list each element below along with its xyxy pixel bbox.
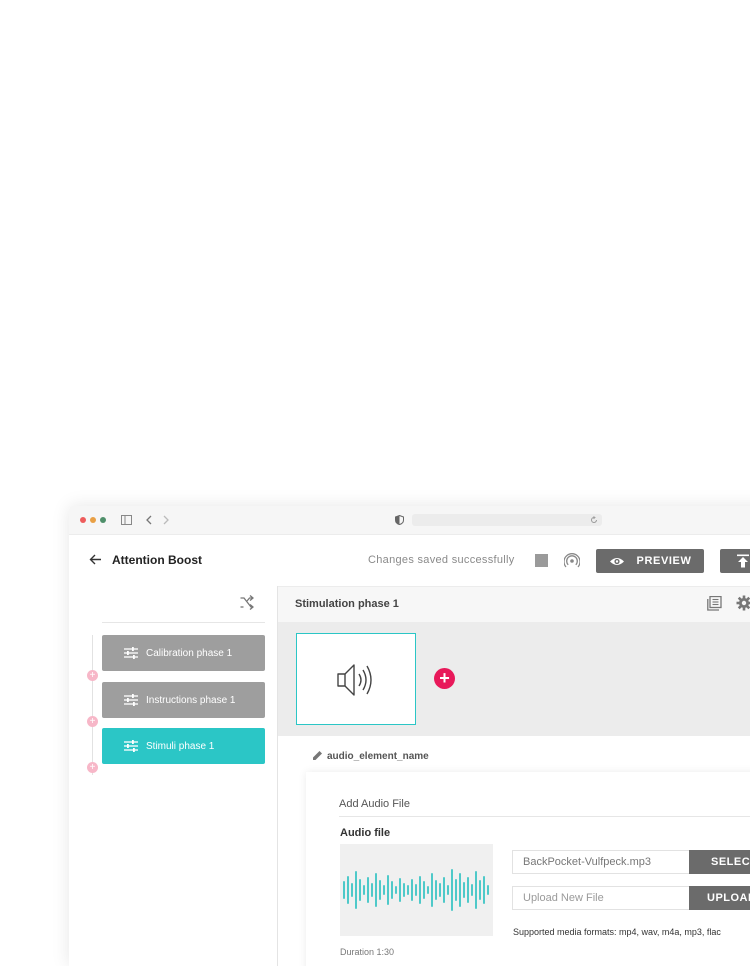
add-phase-icon[interactable]: + <box>87 670 98 681</box>
phase-item-label: Instructions phase 1 <box>146 694 236 706</box>
reload-icon[interactable] <box>590 516 598 524</box>
supported-formats: Supported media formats: mp4, wav, m4a, … <box>513 927 721 937</box>
select-label: SELECT <box>711 856 750 868</box>
nav-forward-icon[interactable] <box>162 515 170 525</box>
upload-icon <box>737 554 749 568</box>
phase-item-label: Calibration phase 1 <box>146 647 233 659</box>
audio-file-card: Add Audio File Audio file Duration 1:30 … <box>306 772 750 966</box>
phase-item-stimuli[interactable]: Stimuli phase 1 <box>102 728 265 764</box>
save-status: Changes saved successfully <box>368 554 515 566</box>
arrow-left-icon[interactable] <box>89 554 102 565</box>
library-icon[interactable] <box>707 596 722 611</box>
gear-icon[interactable] <box>736 595 750 611</box>
element-name[interactable]: audio_element_name <box>327 751 429 762</box>
close-window-dot[interactable] <box>80 517 86 523</box>
card-divider <box>339 816 750 817</box>
phase-item-instructions[interactable]: Instructions phase 1 <box>102 682 265 718</box>
broadcast-icon[interactable] <box>564 552 580 568</box>
add-audio-label: Add Audio File <box>339 798 410 810</box>
minimize-window-dot[interactable] <box>90 517 96 523</box>
shuffle-icon[interactable] <box>239 595 254 610</box>
sidebar-divider <box>102 622 265 623</box>
timeline-line <box>92 635 93 775</box>
eye-icon <box>609 557 624 565</box>
upload-file-button[interactable]: UPLOAD <box>689 886 750 910</box>
stop-icon[interactable] <box>535 554 548 567</box>
phase-item-calibration[interactable]: Calibration phase 1 <box>102 635 265 671</box>
project-title: Attention Boost <box>112 553 202 567</box>
select-file-button[interactable]: SELECT <box>689 850 750 874</box>
publish-button[interactable] <box>720 549 750 573</box>
preview-button[interactable]: PREVIEW <box>596 549 704 573</box>
upload-placeholder: Upload New File <box>523 892 604 904</box>
waveform-preview <box>340 844 493 936</box>
shield-icon <box>395 515 404 525</box>
phase-item-label: Stimuli phase 1 <box>146 740 215 752</box>
maximize-window-dot[interactable] <box>100 517 106 523</box>
upload-label: UPLOAD <box>707 892 750 904</box>
address-bar[interactable] <box>412 514 602 526</box>
pencil-icon[interactable] <box>312 750 323 761</box>
add-element-button[interactable]: + <box>434 668 455 689</box>
sliders-icon <box>124 647 138 659</box>
add-phase-icon[interactable]: + <box>87 762 98 773</box>
sliders-icon <box>124 740 138 752</box>
waveform-icon <box>343 869 489 911</box>
speaker-icon <box>337 664 372 696</box>
preview-label: PREVIEW <box>636 555 692 567</box>
audio-file-label: Audio file <box>340 827 391 839</box>
browser-toolbar <box>69 506 750 535</box>
upload-file-field[interactable]: Upload New File <box>512 886 690 910</box>
browser-window: Attention Boost Changes saved successful… <box>69 506 750 966</box>
file-name-value: BackPocket-Vulfpeck.mp3 <box>523 856 651 868</box>
sliders-icon <box>124 694 138 706</box>
file-name-field[interactable]: BackPocket-Vulfpeck.mp3 <box>512 850 690 874</box>
duration-text: Duration 1:30 <box>340 947 395 957</box>
elements-canvas: + <box>278 622 750 736</box>
nav-back-icon[interactable] <box>145 515 153 525</box>
audio-element-tile[interactable] <box>296 633 416 725</box>
sidebar-toggle-icon[interactable] <box>121 515 132 525</box>
phase-title: Stimulation phase 1 <box>295 598 399 610</box>
main-header: Stimulation phase 1 <box>278 586 750 623</box>
add-phase-icon[interactable]: + <box>87 716 98 727</box>
